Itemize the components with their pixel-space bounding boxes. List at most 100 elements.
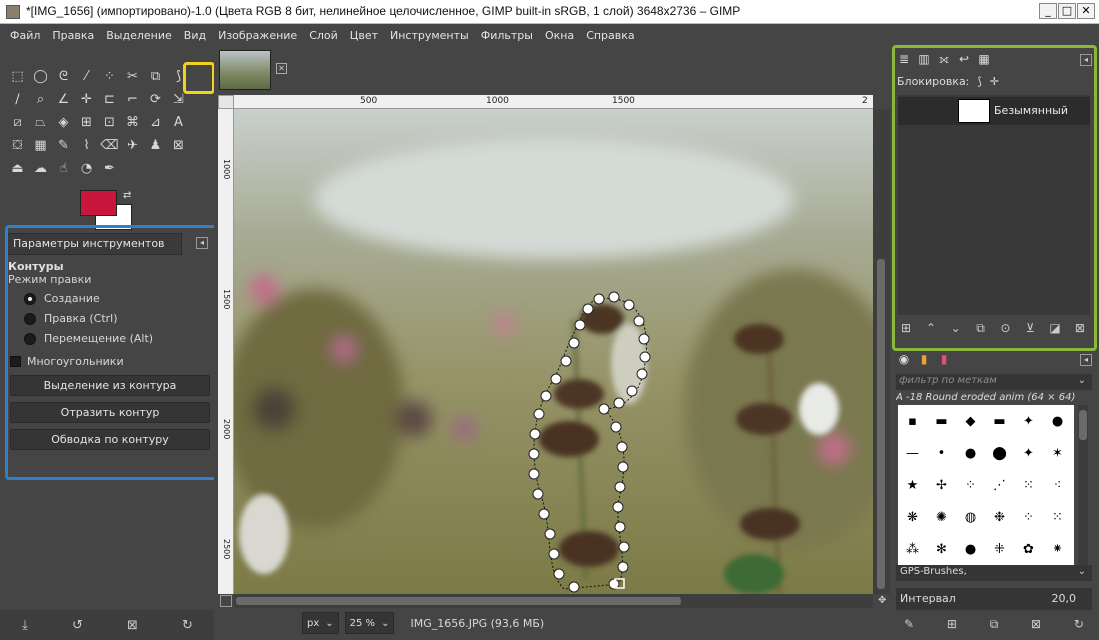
text-icon[interactable]: A bbox=[167, 111, 190, 134]
menu-item[interactable]: Справка bbox=[580, 29, 640, 42]
lock-position-icon[interactable]: ✛ bbox=[990, 75, 999, 88]
brush-preset[interactable]: ✿ bbox=[1014, 533, 1043, 565]
move-icon[interactable]: ✛ bbox=[75, 88, 98, 111]
bucket-fill-icon[interactable]: ⛋ bbox=[6, 134, 29, 157]
brush-preset[interactable]: ★ bbox=[898, 469, 927, 501]
new-brush-icon[interactable]: ⊞ bbox=[947, 617, 957, 632]
brush-preset[interactable]: ✶ bbox=[1043, 437, 1072, 469]
close-button[interactable]: ✕ bbox=[1077, 3, 1095, 19]
vertical-scroll-thumb[interactable] bbox=[877, 259, 885, 589]
handle-transform-icon[interactable]: ⊡ bbox=[98, 111, 121, 134]
channels-tab-icon[interactable]: ▥ bbox=[916, 51, 932, 67]
swap-colors-icon[interactable]: ⇄ bbox=[123, 190, 131, 201]
brush-preset[interactable]: ⁙ bbox=[1043, 501, 1072, 533]
lasso-icon[interactable]: ᘓ bbox=[52, 65, 75, 88]
menu-item[interactable]: Правка bbox=[46, 29, 100, 42]
menu-item[interactable]: Слой bbox=[303, 29, 344, 42]
airbrush-icon[interactable]: ✈ bbox=[121, 134, 144, 157]
lower-layer-icon[interactable]: ⌄ bbox=[948, 321, 964, 336]
unified-transform-icon[interactable]: ⊞ bbox=[75, 111, 98, 134]
dock-menu-icon[interactable]: ◂ bbox=[1080, 54, 1092, 66]
smudge-icon[interactable]: ☝ bbox=[52, 157, 75, 180]
brush-preset[interactable]: ◆ bbox=[956, 405, 985, 437]
tag-filter-input[interactable]: фильтр по меткам ⌄ bbox=[896, 374, 1092, 390]
brush-preset[interactable]: ⁘ bbox=[956, 469, 985, 501]
delete-layer-icon[interactable]: ⊠ bbox=[1072, 321, 1088, 336]
new-layer-icon[interactable]: ⊞ bbox=[898, 321, 914, 336]
brush-preset[interactable]: — bbox=[898, 437, 927, 469]
horizontal-scrollbar[interactable] bbox=[234, 594, 873, 608]
duplicate-layer-icon[interactable]: ⧉ bbox=[973, 321, 989, 336]
brush-preset[interactable]: ⁕ bbox=[1043, 533, 1072, 565]
save-options-icon[interactable]: ⤓ bbox=[22, 618, 28, 633]
brush-preset[interactable]: ✢ bbox=[927, 469, 956, 501]
brush-preset[interactable]: ⁜ bbox=[985, 533, 1014, 565]
lock-paths-icon[interactable]: ⟆ bbox=[977, 75, 981, 88]
scissors-icon[interactable]: ✂ bbox=[121, 65, 144, 88]
layers-tab-icon[interactable]: ≣ bbox=[896, 51, 912, 67]
navigate-icon[interactable]: ✥ bbox=[878, 595, 890, 607]
cage-icon[interactable]: ⊿ bbox=[144, 111, 167, 134]
brush-preset[interactable]: ◍ bbox=[956, 501, 985, 533]
restore-options-icon[interactable]: ↺ bbox=[72, 618, 83, 633]
edit-brush-icon[interactable]: ✎ bbox=[904, 617, 914, 632]
brush-set-select[interactable]: GPS-Brushes, ⌄ bbox=[896, 565, 1092, 581]
brush-preset[interactable]: ▪ bbox=[898, 405, 927, 437]
vertical-scrollbar[interactable] bbox=[873, 109, 890, 594]
menu-item[interactable]: Инструменты bbox=[384, 29, 475, 42]
select-by-color-icon[interactable]: ⁘ bbox=[98, 65, 121, 88]
image-tab-thumbnail[interactable] bbox=[219, 50, 271, 90]
delete-brush-icon[interactable]: ⊠ bbox=[1031, 617, 1041, 632]
brushes-tab-icon[interactable]: ◉ bbox=[896, 351, 912, 367]
unit-select[interactable]: px ⌄ bbox=[302, 612, 339, 634]
duplicate-brush-icon[interactable]: ⧉ bbox=[990, 617, 999, 632]
menu-item[interactable]: Изображение bbox=[212, 29, 303, 42]
brush-preset[interactable]: ⁂ bbox=[898, 533, 927, 565]
brush-preset[interactable]: ▬ bbox=[927, 405, 956, 437]
pencil-icon[interactable]: ✎ bbox=[52, 134, 75, 157]
reset-options-icon[interactable]: ↻ bbox=[182, 618, 193, 633]
quick-mask-toggle[interactable] bbox=[220, 595, 232, 607]
brush-preset[interactable]: ✦ bbox=[1014, 437, 1043, 469]
brush-preset[interactable]: • bbox=[927, 437, 956, 469]
blur-icon[interactable]: ☁ bbox=[29, 157, 52, 180]
transform-3d-icon[interactable]: ◈ bbox=[52, 111, 75, 134]
brush-preset[interactable]: ✦ bbox=[1014, 405, 1043, 437]
perspective-clone-icon[interactable]: ⏏ bbox=[6, 157, 29, 180]
gradients-tab-icon[interactable]: ▮ bbox=[916, 351, 932, 367]
rotate-icon[interactable]: ⟳ bbox=[144, 88, 167, 111]
maximize-button[interactable]: □ bbox=[1058, 3, 1076, 19]
brush-preset[interactable]: ❋ bbox=[898, 501, 927, 533]
minimize-button[interactable]: _ bbox=[1039, 3, 1057, 19]
brush-preset[interactable]: ⁙ bbox=[1014, 469, 1043, 501]
menu-item[interactable]: Выделение bbox=[100, 29, 178, 42]
brush-preset[interactable]: ● bbox=[1043, 405, 1072, 437]
brush-preset[interactable]: ⬤ bbox=[985, 437, 1014, 469]
crop-icon[interactable]: ⌐ bbox=[121, 88, 144, 111]
warp-icon[interactable]: ⌘ bbox=[121, 111, 144, 134]
close-image-tab-icon[interactable]: ✕ bbox=[276, 63, 287, 74]
merge-layer-icon[interactable]: ⊻ bbox=[1022, 321, 1038, 336]
zoom-select[interactable]: 25 % ⌄ bbox=[344, 612, 395, 634]
zoom-icon[interactable]: ⌕ bbox=[29, 88, 52, 111]
color-picker-icon[interactable]: ∕ bbox=[6, 88, 29, 111]
brush-preset[interactable]: ⋰ bbox=[985, 469, 1014, 501]
brush-preset[interactable]: ✺ bbox=[927, 501, 956, 533]
horizontal-ruler[interactable]: 500 1000 1500 2 bbox=[234, 95, 873, 109]
brush-preset[interactable]: ▬ bbox=[985, 405, 1014, 437]
paintbrush-icon[interactable]: ⌇ bbox=[75, 134, 98, 157]
undo-tab-icon[interactable]: ↩ bbox=[956, 51, 972, 67]
foreground-color-swatch[interactable] bbox=[80, 190, 117, 216]
interval-spinner[interactable]: Интервал 20,0 bbox=[896, 588, 1092, 610]
layer-row[interactable]: Безымянный bbox=[898, 97, 1090, 125]
ink-icon[interactable]: ✒ bbox=[98, 157, 121, 180]
menu-item[interactable]: Файл bbox=[4, 29, 46, 42]
ruler-corner[interactable] bbox=[218, 95, 234, 109]
brush-preset[interactable]: ⁘ bbox=[1014, 501, 1043, 533]
menu-item[interactable]: Цвет bbox=[344, 29, 384, 42]
horizontal-scroll-thumb[interactable] bbox=[236, 597, 681, 605]
brush-preset[interactable]: ❉ bbox=[985, 501, 1014, 533]
dodge-icon[interactable]: ◔ bbox=[75, 157, 98, 180]
palettes-tab-icon[interactable]: ▮ bbox=[936, 351, 952, 367]
heal-icon[interactable]: ⊠ bbox=[167, 134, 190, 157]
